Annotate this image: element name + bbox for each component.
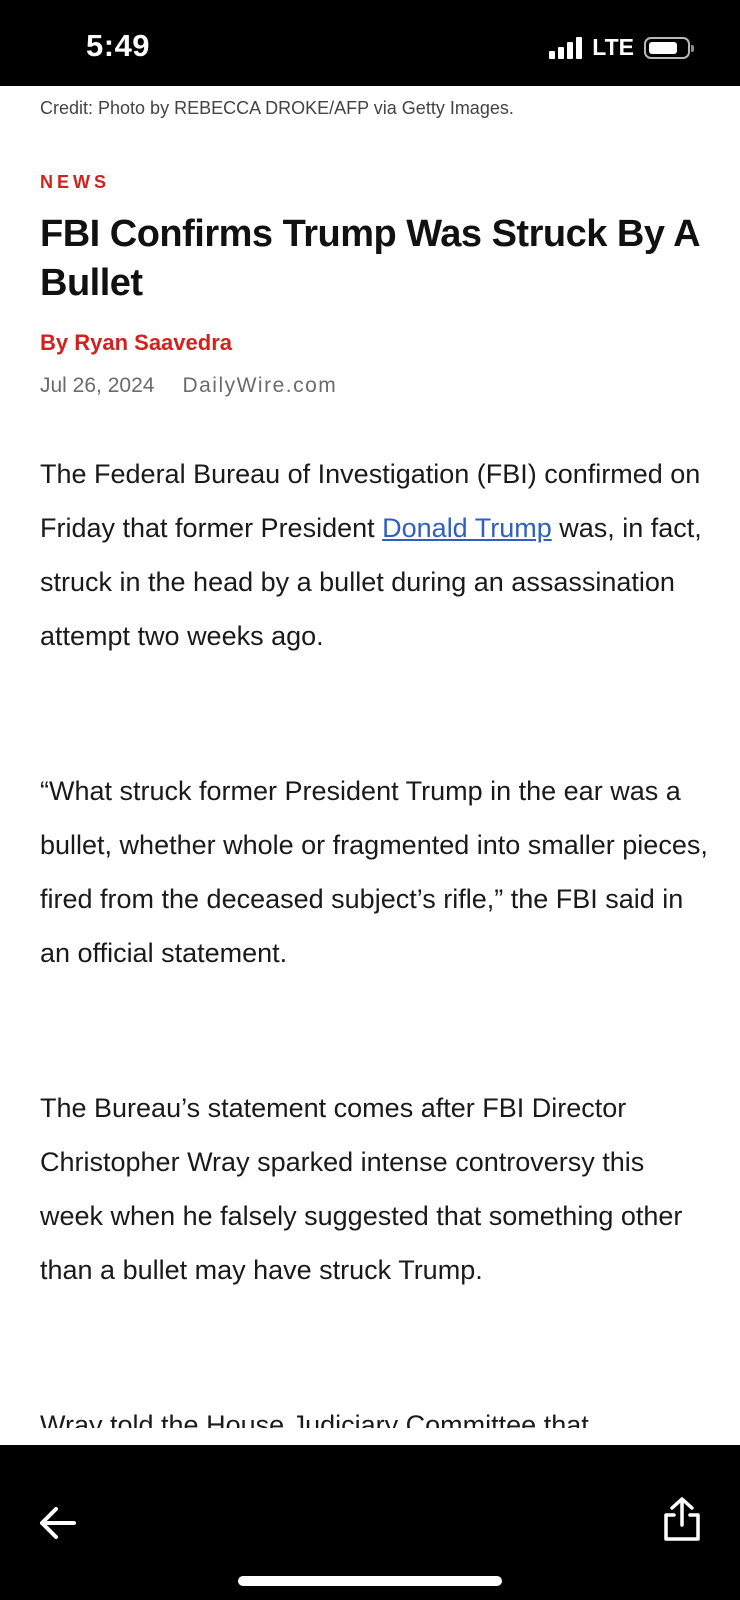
article-paragraph-partial: Wray told the House Judiciary Committee … xyxy=(40,1410,589,1428)
article-paragraph: “What struck former President Trump in t… xyxy=(40,776,708,968)
network-label: LTE xyxy=(592,34,634,60)
back-button[interactable] xyxy=(36,1501,80,1545)
status-time: 5:49 xyxy=(86,28,151,63)
share-button[interactable] xyxy=(660,1495,704,1543)
article-paragraph: The Federal Bureau of Investigation (FBI… xyxy=(40,447,710,663)
share-icon xyxy=(664,1497,700,1541)
article-paragraph: The Bureau’s statement comes after FBI D… xyxy=(40,1093,683,1285)
photo-credit: Credit: Photo by REBECCA DROKE/AFP via G… xyxy=(40,98,514,118)
signal-icon xyxy=(549,36,583,59)
status-bar: 5:49 LTE xyxy=(0,0,740,86)
status-indicators: LTE xyxy=(549,34,694,61)
donald-trump-link[interactable]: Donald Trump xyxy=(382,513,552,543)
article-meta: Jul 26, 2024 DailyWire.com xyxy=(40,374,337,398)
arrow-left-icon xyxy=(40,1507,76,1539)
author-byline[interactable]: By Ryan Saavedra xyxy=(40,330,232,356)
headline: FBI Confirms Trump Was Struck By A Bulle… xyxy=(40,213,699,304)
home-indicator[interactable] xyxy=(238,1576,502,1586)
bottom-toolbar xyxy=(0,1445,740,1600)
battery-icon xyxy=(644,36,694,59)
section-tag[interactable]: NEWS xyxy=(40,172,110,193)
publish-date: Jul 26, 2024 xyxy=(40,374,155,397)
source-name: DailyWire.com xyxy=(182,374,338,397)
